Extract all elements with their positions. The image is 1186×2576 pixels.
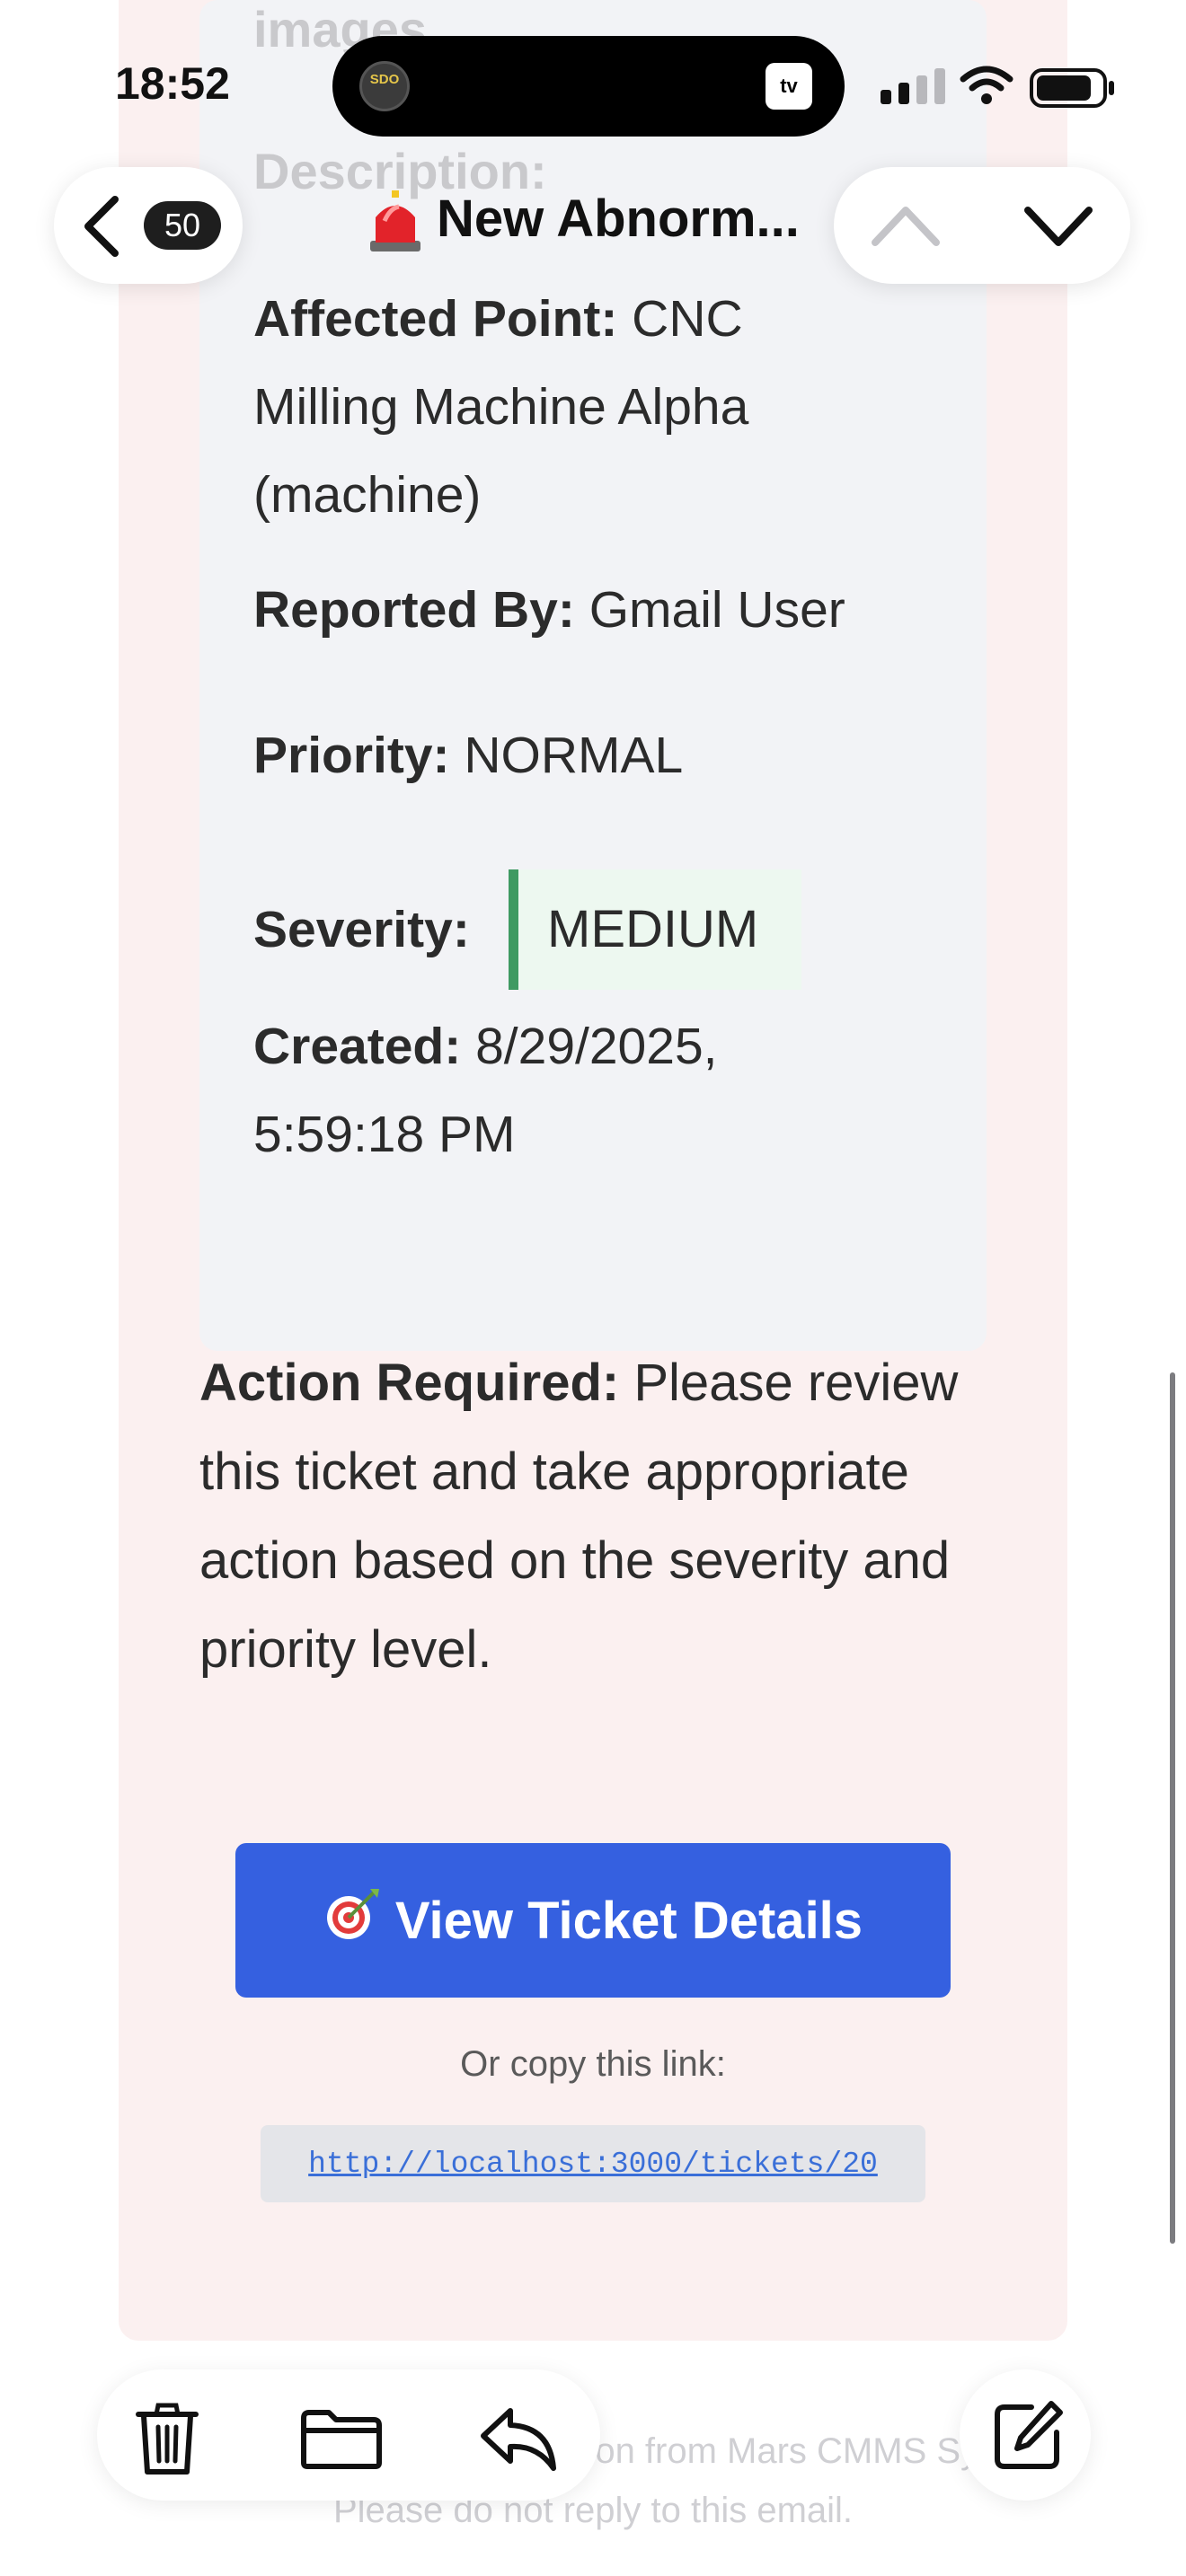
compose-icon <box>992 2400 1064 2476</box>
priority-row: Priority: NORMAL <box>253 711 864 799</box>
severity-label: Severity: <box>253 901 470 958</box>
ticket-link[interactable]: http://localhost:3000/tickets/20 <box>261 2125 925 2202</box>
chevron-left-icon <box>77 194 124 263</box>
unread-count-badge: 50 <box>144 201 221 250</box>
created-row: Created: 8/29/2025, 5:59:18 PM <box>253 1002 828 1178</box>
cellular-signal-icon <box>881 68 949 109</box>
trash-icon[interactable] <box>133 2402 201 2482</box>
affected-point-row: Affected Point: CNC Milling Machine Alph… <box>253 275 864 539</box>
action-required-label: Action Required: <box>199 1354 620 1412</box>
priority-label: Priority: <box>253 727 450 784</box>
dynamic-island[interactable]: SDO tv <box>332 36 845 137</box>
bottom-toolbar <box>97 2369 600 2501</box>
priority-value: NORMAL <box>464 727 684 784</box>
view-ticket-label: View Ticket Details <box>394 1891 863 1950</box>
status-time: 18:52 <box>115 58 230 109</box>
message-navigation <box>834 167 1130 284</box>
folder-icon[interactable] <box>300 2409 383 2475</box>
view-ticket-details-button[interactable]: View Ticket Details <box>235 1843 951 1998</box>
wifi-icon <box>960 65 1013 110</box>
nav-title: New Abnorm... <box>437 190 800 248</box>
severity-badge: MEDIUM <box>509 869 801 990</box>
chevron-down-icon[interactable] <box>1022 199 1094 258</box>
battery-icon <box>1030 68 1116 112</box>
scrollbar[interactable] <box>1170 1372 1175 2244</box>
compose-button[interactable] <box>960 2369 1091 2501</box>
target-icon <box>323 1885 381 1955</box>
reply-icon[interactable] <box>478 2405 559 2478</box>
appletv-icon: tv <box>766 63 812 110</box>
mail-screen: images Description: Affected Point: CNC … <box>0 0 1186 2576</box>
reported-by-row: Reported By: Gmail User <box>253 566 864 654</box>
back-button[interactable]: 50 <box>54 167 243 284</box>
email-card: images Description: Affected Point: CNC … <box>119 0 1067 2341</box>
copy-link-label: Or copy this link: <box>460 2044 726 2084</box>
chevron-up-icon[interactable] <box>870 199 942 258</box>
reported-by-label: Reported By: <box>253 581 575 639</box>
reported-by-value: Gmail User <box>589 581 845 639</box>
island-avatar: SDO <box>359 61 410 111</box>
affected-point-label: Affected Point: <box>253 290 618 348</box>
siren-icon <box>367 190 424 258</box>
created-label: Created: <box>253 1018 462 1075</box>
action-required-paragraph: Action Required: Please review this tick… <box>199 1338 972 1694</box>
